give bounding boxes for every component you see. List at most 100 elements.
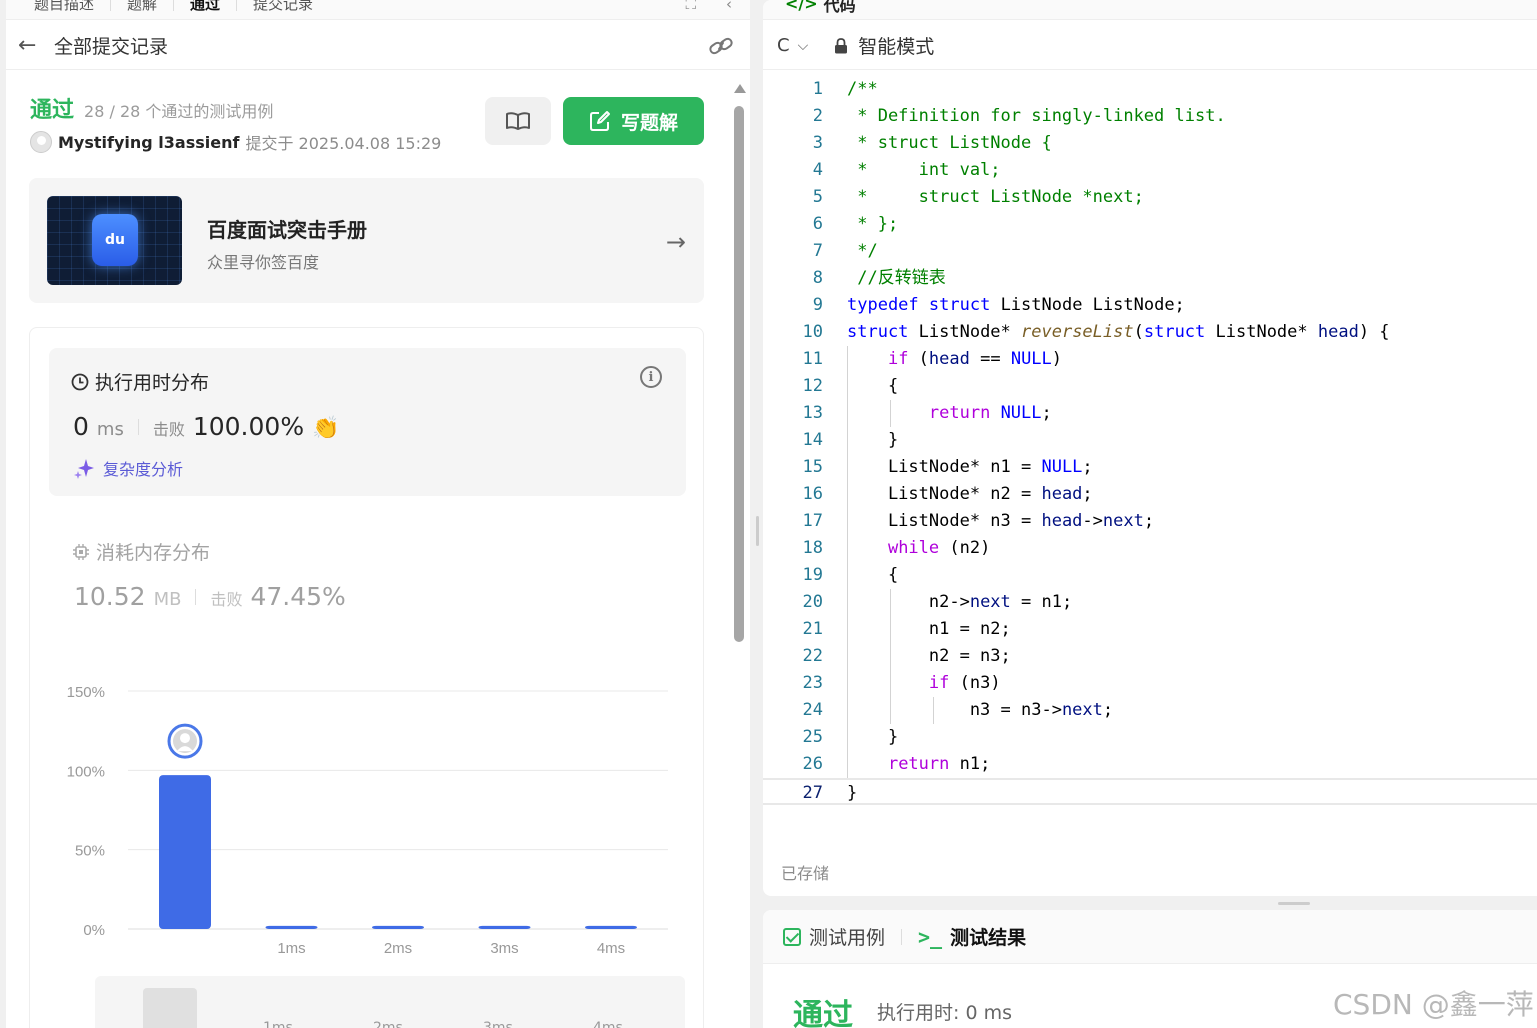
result-runtime: 执行用时: 0 ms: [877, 1002, 1012, 1024]
code-text: //反转链表: [847, 268, 946, 288]
code-text: struct ListNode* reverseList(struct List…: [847, 322, 1390, 342]
chart-bar: [585, 925, 637, 929]
code-text: n3 = n3->next;: [847, 700, 1114, 720]
divider: [901, 928, 903, 945]
code-line[interactable]: 4 * int val;: [763, 157, 1537, 184]
range-label: 3ms: [483, 1020, 513, 1028]
code-line[interactable]: 25 }: [763, 724, 1537, 751]
line-number: 21: [802, 619, 823, 639]
line-number: 22: [802, 646, 823, 666]
x-tick-label: 2ms: [384, 940, 412, 957]
code-line[interactable]: 19 {: [763, 562, 1537, 589]
line-number: 10: [802, 322, 823, 342]
chart-bar: [372, 925, 424, 929]
line-number: 8: [812, 268, 823, 288]
lock-icon: [835, 37, 848, 53]
code-text: if (head == NULL): [887, 349, 1063, 369]
scroll-up-icon[interactable]: [734, 84, 746, 93]
code-text: */: [847, 241, 878, 261]
code-line[interactable]: 8 //反转链表: [763, 265, 1537, 292]
code-text: if (n3): [928, 673, 1001, 693]
code-text: {: [847, 565, 899, 585]
code-line[interactable]: 15 ListNode* n1 = NULL;: [763, 454, 1537, 481]
code-line[interactable]: 27}: [763, 778, 1537, 805]
line-number: 6: [812, 214, 823, 234]
chart-bar: [478, 925, 531, 929]
code-text: n2->next = n1;: [847, 592, 1073, 612]
tab-test-result[interactable]: >_ 测试结果: [918, 923, 1026, 950]
code-text: ListNode* n3 = head->next;: [847, 511, 1155, 531]
code-text: ListNode* n2 = head;: [847, 484, 1093, 504]
tab-testcase[interactable]: 测试用例: [783, 923, 885, 950]
saved-status: 已存储: [781, 864, 830, 883]
code-text: while (n2): [887, 538, 991, 558]
vertical-scrollbar[interactable]: [732, 80, 746, 1028]
indent-guide: [933, 697, 934, 724]
code-line[interactable]: 7 */: [763, 238, 1537, 265]
submission-panel: 题目描述 题解 通过 提交记录 ⛶ ‹ ← 全部提交记录 通过 28 / 28 …: [6, 0, 750, 1028]
code-icon: </>: [785, 0, 818, 13]
code-line[interactable]: 11 if (head == NULL): [763, 346, 1537, 373]
code-line[interactable]: 6 * };: [763, 211, 1537, 238]
line-number: 14: [802, 430, 823, 450]
code-line[interactable]: 24 n3 = n3->next;: [763, 697, 1537, 724]
code-text: }: [847, 783, 858, 803]
runtime-distribution-chart: 0% 50% 100% 150% 1ms 2ms 3ms 4ms: [67, 684, 668, 957]
line-number: 24: [802, 700, 823, 720]
code-text: * struct ListNode {: [847, 133, 1052, 153]
line-number: 12: [802, 376, 823, 396]
indent-guide: [847, 346, 848, 778]
code-text: return NULL;: [928, 403, 1052, 423]
chart-range-slider[interactable]: 1ms 2ms 3ms 4ms: [95, 976, 685, 1028]
line-number: 17: [802, 511, 823, 531]
code-line[interactable]: 2 * Definition for singly-linked list.: [763, 103, 1537, 130]
code-editor[interactable]: 1 /** 2 * Definition for singly-linked lis…: [763, 76, 1537, 805]
code-line[interactable]: 20 n2->next = n1;: [763, 589, 1537, 616]
line-number: 5: [812, 187, 823, 207]
editor-tab-title[interactable]: 代码: [824, 0, 856, 16]
code-line[interactable]: 21 n1 = n2;: [763, 616, 1537, 643]
line-number: 9: [812, 295, 823, 315]
code-line[interactable]: 12 {: [763, 373, 1537, 400]
scrollbar-thumb[interactable]: [734, 106, 744, 642]
code-line[interactable]: 9 typedef struct ListNode ListNode;: [763, 292, 1537, 319]
chart-bar: [265, 925, 318, 929]
code-line[interactable]: 18 while (n2): [763, 535, 1537, 562]
code-line[interactable]: 17 ListNode* n3 = head->next;: [763, 508, 1537, 535]
code-text: typedef struct ListNode ListNode;: [847, 295, 1185, 315]
y-tick-label: 0%: [83, 922, 105, 939]
code-text: return n1;: [887, 754, 991, 774]
code-line[interactable]: 10 struct ListNode* reverseList(struct Li…: [763, 319, 1537, 346]
line-number: 19: [802, 565, 823, 585]
code-line[interactable]: 3 * struct ListNode {: [763, 130, 1537, 157]
result-status: 通过: [793, 998, 853, 1028]
y-tick-label: 100%: [67, 763, 105, 780]
code-editor-panel: </> 代码 C ⌵ 智能模式 1 /** 2 * Definition for s…: [763, 0, 1537, 896]
code-text: /**: [847, 79, 878, 99]
range-label: 1ms: [263, 1020, 293, 1028]
panel-resize-handle[interactable]: [756, 516, 759, 546]
horizontal-resize-handle[interactable]: [1278, 902, 1310, 905]
language-select[interactable]: C ⌵: [777, 35, 808, 56]
code-line[interactable]: 14 }: [763, 427, 1537, 454]
code-text: * };: [847, 214, 899, 234]
code-text: * int val;: [847, 160, 1001, 180]
chart-bar: [159, 775, 211, 929]
line-number: 18: [802, 538, 823, 558]
code-line[interactable]: 22 n2 = n3;: [763, 643, 1537, 670]
code-text: n1 = n2;: [847, 619, 1011, 639]
y-tick-label: 150%: [67, 684, 105, 701]
tab-result-label: 测试结果: [950, 927, 1027, 949]
code-line[interactable]: 1 /**: [763, 76, 1537, 103]
code-line[interactable]: 26 return n1;: [763, 751, 1537, 778]
code-line[interactable]: 5 * struct ListNode *next;: [763, 184, 1537, 211]
terminal-icon: >_: [918, 924, 943, 949]
language-label: C: [777, 35, 790, 56]
code-line[interactable]: 16 ListNode* n2 = head;: [763, 481, 1537, 508]
line-number: 7: [812, 241, 823, 261]
range-slider-thumb[interactable]: [143, 988, 197, 1028]
x-tick-label: 1ms: [277, 940, 305, 957]
code-line[interactable]: 23 if (n3): [763, 670, 1537, 697]
editor-mode-label[interactable]: 智能模式: [858, 32, 934, 59]
code-line[interactable]: 13 return NULL;: [763, 400, 1537, 427]
